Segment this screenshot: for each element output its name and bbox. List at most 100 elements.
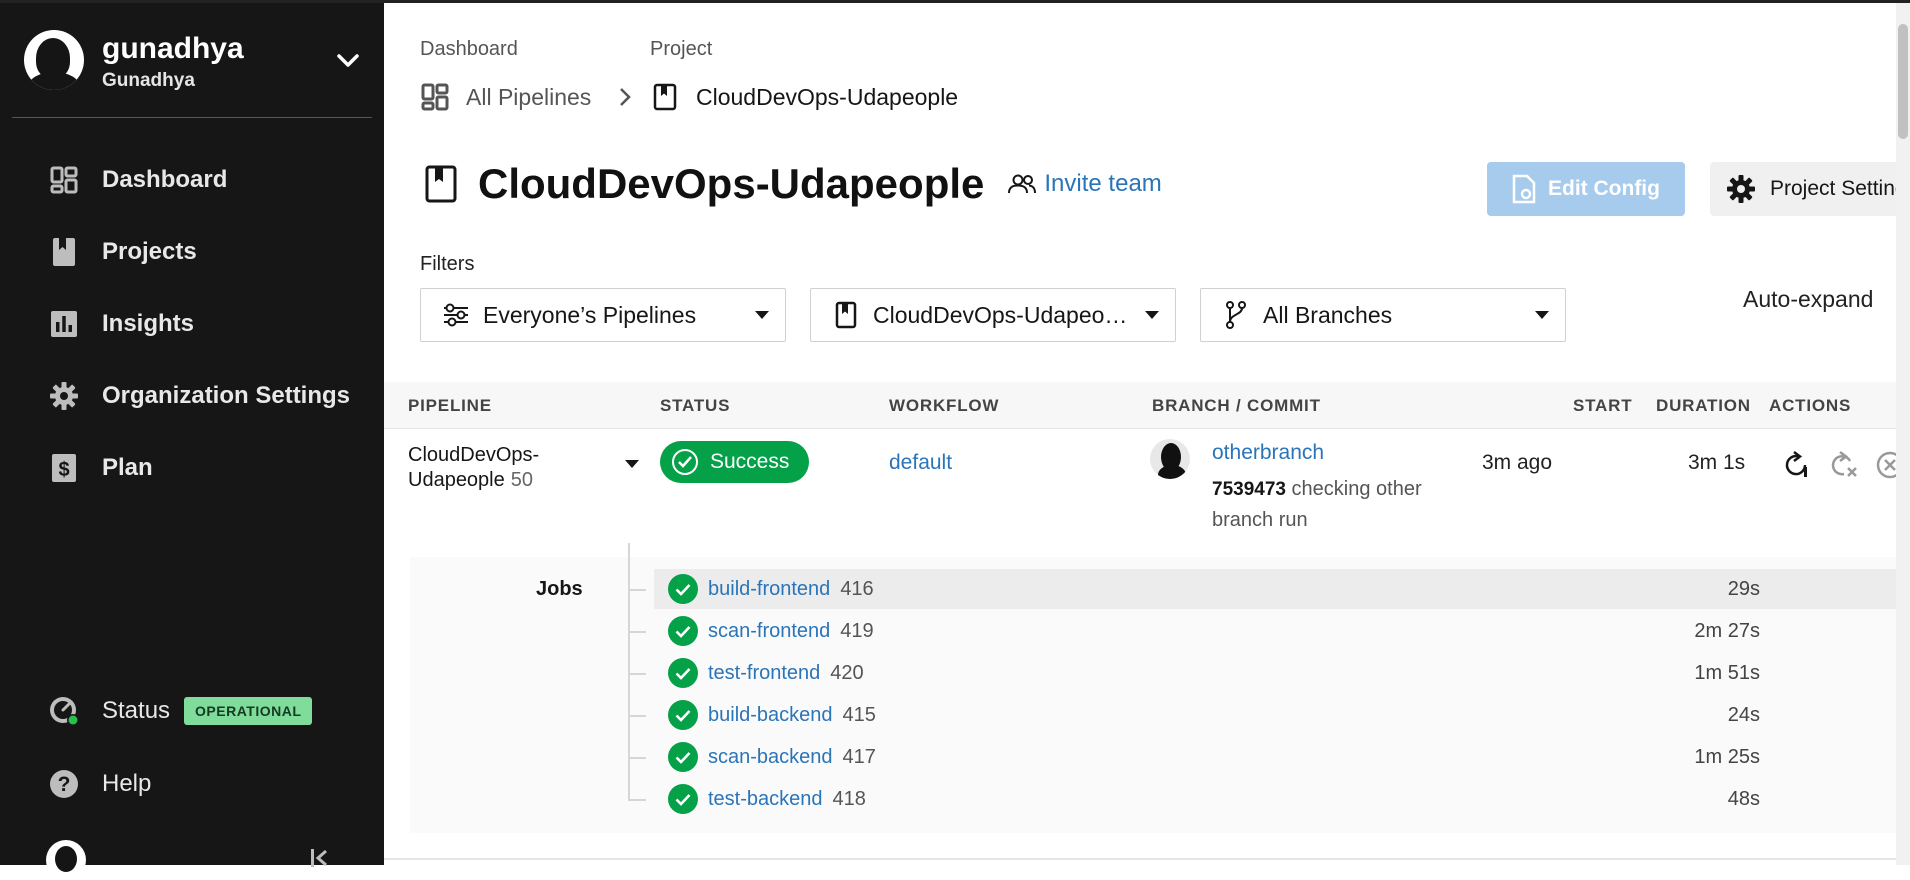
branch-link[interactable]: otherbranch bbox=[1212, 441, 1324, 465]
commit-info[interactable]: 7539473 checking other branch run bbox=[1212, 474, 1482, 536]
project-settings-label: Project Settings bbox=[1770, 177, 1910, 200]
org-subname: Gunadhya bbox=[102, 70, 195, 91]
sidebar-item-organization-settings[interactable]: Organization Settings bbox=[48, 376, 350, 416]
people-icon bbox=[1008, 174, 1037, 194]
job-name[interactable]: scan-backend bbox=[708, 746, 833, 768]
chevron-down-icon[interactable] bbox=[334, 46, 362, 74]
breadcrumb-text: CloudDevOps-Udapeople bbox=[696, 83, 959, 110]
speedometer-icon bbox=[50, 697, 79, 726]
project-filter-select[interactable]: CloudDevOps-Udapeople bbox=[810, 288, 1176, 342]
pipelines-filter-select[interactable]: Everyone’s Pipelines bbox=[420, 288, 786, 342]
pipeline-number: 50 bbox=[510, 469, 533, 491]
job-duration: 48s bbox=[1727, 788, 1760, 810]
caret-down-icon[interactable] bbox=[624, 459, 640, 469]
job-row[interactable]: test-backend 418 48s bbox=[628, 779, 1910, 819]
project-icon bbox=[650, 82, 680, 112]
gear-icon bbox=[1727, 175, 1755, 203]
job-row[interactable]: scan-backend 417 1m 25s bbox=[628, 737, 1910, 777]
select-value: Everyone’s Pipelines bbox=[483, 301, 697, 328]
column-header-duration: DURATION bbox=[1656, 396, 1751, 415]
org-name: gunadhya bbox=[102, 32, 244, 65]
breadcrumb-project[interactable]: CloudDevOps-Udapeople bbox=[650, 82, 958, 112]
check-circle-icon bbox=[668, 616, 698, 646]
check-circle-icon bbox=[668, 742, 698, 772]
job-number: 419 bbox=[840, 620, 874, 642]
job-number: 418 bbox=[832, 788, 866, 810]
project-settings-button[interactable]: Project Settings bbox=[1710, 162, 1910, 216]
job-name[interactable]: test-backend bbox=[708, 788, 823, 810]
sidebar-divider bbox=[12, 117, 372, 118]
status-badge[interactable]: Success bbox=[660, 441, 810, 483]
column-header-branch-commit: BRANCH / COMMIT bbox=[1152, 396, 1321, 415]
sidebar-item-dashboard[interactable]: Dashboard bbox=[48, 160, 227, 200]
job-name[interactable]: build-backend bbox=[708, 704, 833, 726]
pipeline-name-line: CloudDevOps- bbox=[408, 444, 540, 466]
pipeline-name-line: Udapeople bbox=[408, 469, 505, 491]
workflow-link[interactable]: default bbox=[889, 451, 952, 475]
select-value: All Branches bbox=[1263, 301, 1393, 328]
collapse-sidebar-icon[interactable] bbox=[308, 846, 332, 870]
project-icon bbox=[831, 300, 861, 330]
help-label: Help bbox=[102, 770, 152, 797]
duration-value: 3m 1s bbox=[1688, 451, 1746, 474]
status-label: Status bbox=[102, 697, 171, 724]
job-row[interactable]: build-backend 415 24s bbox=[628, 695, 1910, 735]
job-name[interactable]: scan-frontend bbox=[708, 620, 830, 642]
check-circle-icon bbox=[668, 658, 698, 688]
job-row[interactable]: scan-frontend 419 2m 27s bbox=[628, 611, 1910, 651]
file-gear-icon bbox=[1512, 174, 1536, 204]
job-duration: 1m 51s bbox=[1694, 662, 1760, 684]
dashboard-icon bbox=[420, 82, 450, 112]
job-number: 415 bbox=[842, 704, 876, 726]
breadcrumb-project-label: Project bbox=[650, 38, 713, 60]
committer-avatar bbox=[1150, 439, 1190, 479]
main-content: Dashboard Project All Pipelines CloudDev… bbox=[384, 0, 1910, 865]
rerun-failed-icon[interactable] bbox=[1828, 449, 1860, 481]
breadcrumb-all-pipelines[interactable]: All Pipelines bbox=[420, 82, 591, 112]
user-avatar[interactable] bbox=[46, 840, 86, 880]
gear-icon bbox=[48, 380, 80, 412]
org-switcher[interactable]: gunadhya Gunadhya bbox=[24, 28, 362, 92]
job-number: 416 bbox=[840, 578, 874, 600]
job-row[interactable]: build-frontend 416 29s bbox=[628, 569, 1910, 609]
jobs-panel: Jobs build-frontend 416 29s scan-frontend… bbox=[410, 543, 1910, 833]
sidebar-item-plan[interactable]: $ Plan bbox=[48, 448, 153, 488]
select-value: CloudDevOps-Udapeople bbox=[873, 301, 1135, 328]
filters-label: Filters bbox=[420, 253, 475, 275]
vertical-scrollbar[interactable] bbox=[1896, 0, 1910, 865]
project-icon bbox=[425, 165, 457, 203]
status-badge: OPERATIONAL bbox=[184, 697, 313, 725]
column-header-actions: ACTIONS bbox=[1769, 396, 1852, 415]
caret-down-icon bbox=[1535, 311, 1549, 319]
table-row: CloudDevOps- Udapeople 50 Success default… bbox=[384, 429, 1910, 557]
caret-down-icon bbox=[1145, 311, 1159, 319]
svg-text:?: ? bbox=[58, 773, 71, 796]
caret-down-icon bbox=[755, 311, 769, 319]
sliders-icon bbox=[441, 300, 471, 330]
sidebar-item-label: Projects bbox=[102, 238, 197, 265]
job-name[interactable]: build-frontend bbox=[708, 578, 830, 600]
sidebar-item-help[interactable]: ? Help bbox=[48, 768, 151, 800]
pipeline-name[interactable]: CloudDevOps- Udapeople 50 bbox=[408, 443, 539, 493]
sidebar-item-projects[interactable]: Projects bbox=[48, 232, 197, 272]
status-text: Success bbox=[710, 450, 790, 473]
job-number: 417 bbox=[842, 746, 876, 768]
sidebar: gunadhya Gunadhya Dashboard Projects Ins… bbox=[0, 0, 384, 880]
rerun-icon[interactable] bbox=[1780, 449, 1812, 481]
scrollbar-thumb[interactable] bbox=[1898, 24, 1908, 139]
branches-filter-select[interactable]: All Branches bbox=[1200, 288, 1566, 342]
job-duration: 29s bbox=[1727, 578, 1760, 600]
auto-expand-label[interactable]: Auto-expand bbox=[1743, 286, 1873, 313]
sidebar-item-insights[interactable]: Insights bbox=[48, 304, 194, 344]
jobs-label: Jobs bbox=[536, 578, 583, 600]
help-icon: ? bbox=[50, 770, 78, 798]
jobs-tree-line bbox=[628, 543, 630, 799]
job-row[interactable]: test-frontend 420 1m 51s bbox=[628, 653, 1910, 693]
breadcrumb-dashboard-label: Dashboard bbox=[420, 38, 518, 60]
job-name[interactable]: test-frontend bbox=[708, 662, 820, 684]
page-title: CloudDevOps-Udapeople bbox=[478, 160, 985, 207]
sidebar-item-status[interactable]: Status OPERATIONAL bbox=[48, 695, 313, 727]
edit-config-button[interactable]: Edit Config bbox=[1487, 162, 1685, 216]
invite-team-link[interactable]: Invite team bbox=[1008, 170, 1162, 198]
column-header-start: START bbox=[1573, 396, 1633, 415]
